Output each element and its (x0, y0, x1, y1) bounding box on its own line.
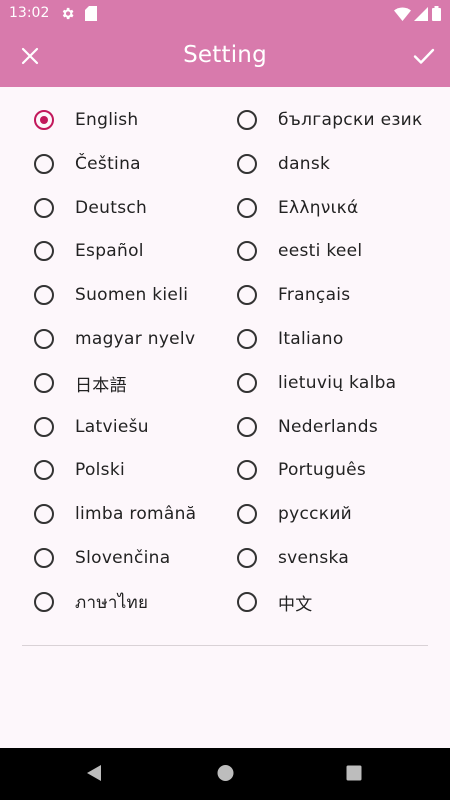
language-option[interactable]: Nederlands (237, 407, 378, 447)
radio-button[interactable] (237, 548, 257, 568)
language-option[interactable]: Čeština (34, 144, 141, 184)
sd-card-icon (85, 6, 97, 25)
language-option[interactable]: Polski (34, 450, 125, 490)
language-label: Deutsch (75, 198, 148, 218)
language-option[interactable]: dansk (237, 144, 330, 184)
language-label: English (75, 110, 139, 130)
radio-button[interactable] (34, 241, 54, 261)
radio-button[interactable] (34, 504, 54, 524)
battery-icon (432, 6, 441, 25)
radio-button[interactable] (237, 329, 257, 349)
language-option[interactable]: ภาษาไทย (34, 582, 148, 622)
language-option[interactable]: eesti keel (237, 231, 362, 271)
check-icon (413, 47, 435, 69)
radio-button[interactable] (34, 198, 54, 218)
wifi-icon (394, 6, 411, 25)
radio-button[interactable] (237, 460, 257, 480)
radio-button-checked[interactable] (34, 110, 54, 130)
radio-button[interactable] (237, 417, 257, 437)
language-label: Čeština (75, 154, 141, 174)
language-label: lietuvių kalba (278, 373, 397, 393)
language-label: Français (278, 285, 351, 305)
radio-button[interactable] (237, 241, 257, 261)
language-label: Português (278, 460, 367, 480)
language-option[interactable]: Deutsch (34, 188, 147, 228)
language-label: Español (75, 241, 144, 261)
language-option[interactable]: Español (34, 231, 144, 271)
language-option[interactable]: Português (237, 450, 366, 490)
settings-icon (60, 6, 75, 25)
language-option[interactable]: Italiano (237, 319, 344, 359)
language-option[interactable]: 日本語 (34, 363, 127, 403)
confirm-button[interactable] (406, 40, 442, 76)
page-title: Setting (183, 42, 267, 68)
language-option[interactable]: български език (237, 100, 423, 140)
radio-button[interactable] (237, 285, 257, 305)
radio-button[interactable] (34, 548, 54, 568)
radio-button[interactable] (34, 373, 54, 393)
language-option[interactable]: Suomen kieli (34, 275, 188, 315)
language-label: Polski (75, 460, 125, 480)
language-label: ภาษาไทย (75, 592, 149, 613)
language-label: Suomen kieli (75, 285, 189, 305)
signal-icon (414, 6, 428, 25)
radio-button[interactable] (237, 154, 257, 174)
language-label: 中文 (278, 594, 313, 615)
language-label: eesti keel (278, 241, 363, 261)
divider (22, 645, 428, 646)
language-option[interactable]: 中文 (237, 582, 313, 622)
radio-button[interactable] (34, 417, 54, 437)
language-option[interactable]: English (34, 100, 138, 140)
language-option[interactable]: Slovenčina (34, 538, 170, 578)
language-option[interactable]: magyar nyelv (34, 319, 195, 359)
language-label: Latviešu (75, 417, 149, 437)
language-label: русский (278, 504, 353, 524)
language-label: Ελληνικά (278, 198, 359, 218)
home-icon[interactable] (217, 764, 234, 786)
language-label: dansk (278, 154, 331, 174)
language-option[interactable]: svenska (237, 538, 349, 578)
language-label: Slovenčina (75, 548, 171, 568)
radio-button[interactable] (237, 504, 257, 524)
radio-button[interactable] (34, 285, 54, 305)
language-label: svenska (278, 548, 350, 568)
language-label: Nederlands (278, 417, 378, 437)
language-label: български език (278, 110, 423, 130)
language-option[interactable]: lietuvių kalba (237, 363, 396, 403)
language-option[interactable]: русский (237, 494, 352, 534)
language-label: limba română (75, 504, 197, 524)
recents-icon[interactable] (346, 764, 362, 786)
radio-button[interactable] (34, 329, 54, 349)
language-label: 日本語 (75, 375, 127, 396)
language-option[interactable]: Ελληνικά (237, 188, 359, 228)
radio-button[interactable] (237, 198, 257, 218)
back-icon[interactable] (86, 764, 102, 786)
language-option[interactable]: Français (237, 275, 350, 315)
radio-button[interactable] (237, 110, 257, 130)
radio-button[interactable] (34, 460, 54, 480)
navigation-bar (0, 748, 450, 800)
status-time: 13:02 (9, 5, 50, 21)
language-option[interactable]: Latviešu (34, 407, 149, 447)
radio-button[interactable] (34, 154, 54, 174)
radio-button[interactable] (237, 373, 257, 393)
language-label: magyar nyelv (75, 329, 196, 349)
app-bar: Setting (0, 28, 450, 87)
language-label: Italiano (278, 329, 344, 349)
status-bar: 13:02 (0, 0, 450, 28)
radio-button[interactable] (237, 592, 257, 612)
radio-button[interactable] (34, 592, 54, 612)
language-option[interactable]: limba română (34, 494, 196, 534)
